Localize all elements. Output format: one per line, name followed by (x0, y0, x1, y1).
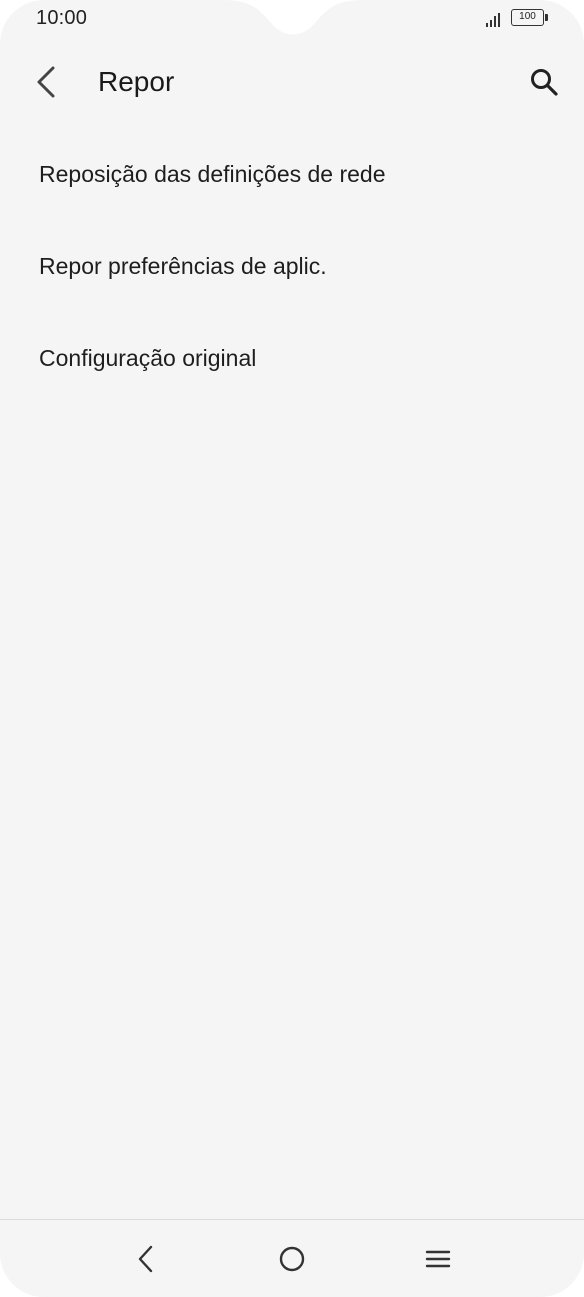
list-item-label: Repor preferências de aplic. (39, 252, 327, 279)
settings-list: Reposição das definições de rede Repor p… (0, 128, 584, 404)
search-button[interactable] (522, 62, 566, 102)
nav-back-icon (138, 1245, 153, 1273)
app-bar: Repor (0, 52, 584, 112)
nav-home-icon (279, 1246, 305, 1272)
status-time: 10:00 (36, 7, 88, 29)
list-item-label: Configuração original (39, 344, 257, 371)
list-item-reset-app-preferences[interactable]: Repor preferências de aplic. (0, 220, 584, 312)
status-bar: 10:00 100 (0, 0, 584, 40)
nav-home-button[interactable] (267, 1234, 317, 1284)
chevron-left-icon (37, 66, 55, 98)
battery-tip (545, 14, 548, 21)
signal-bars-icon (486, 13, 500, 27)
nav-menu-button[interactable] (413, 1234, 463, 1284)
page-title: Repor (98, 66, 175, 97)
search-icon (531, 69, 558, 96)
battery-level: 100 (519, 11, 536, 22)
list-item-factory-reset[interactable]: Configuração original (0, 312, 584, 404)
phone-screen: 10:00 100 Repor Reposição das definições… (0, 0, 584, 1297)
back-button[interactable] (26, 62, 66, 102)
list-item-label: Reposição das definições de rede (39, 160, 386, 187)
nav-menu-icon (425, 1250, 451, 1268)
navigation-bar (0, 1219, 584, 1297)
list-item-reset-network[interactable]: Reposição das definições de rede (0, 128, 584, 220)
nav-back-button[interactable] (121, 1234, 171, 1284)
battery-icon: 100 (511, 9, 544, 26)
